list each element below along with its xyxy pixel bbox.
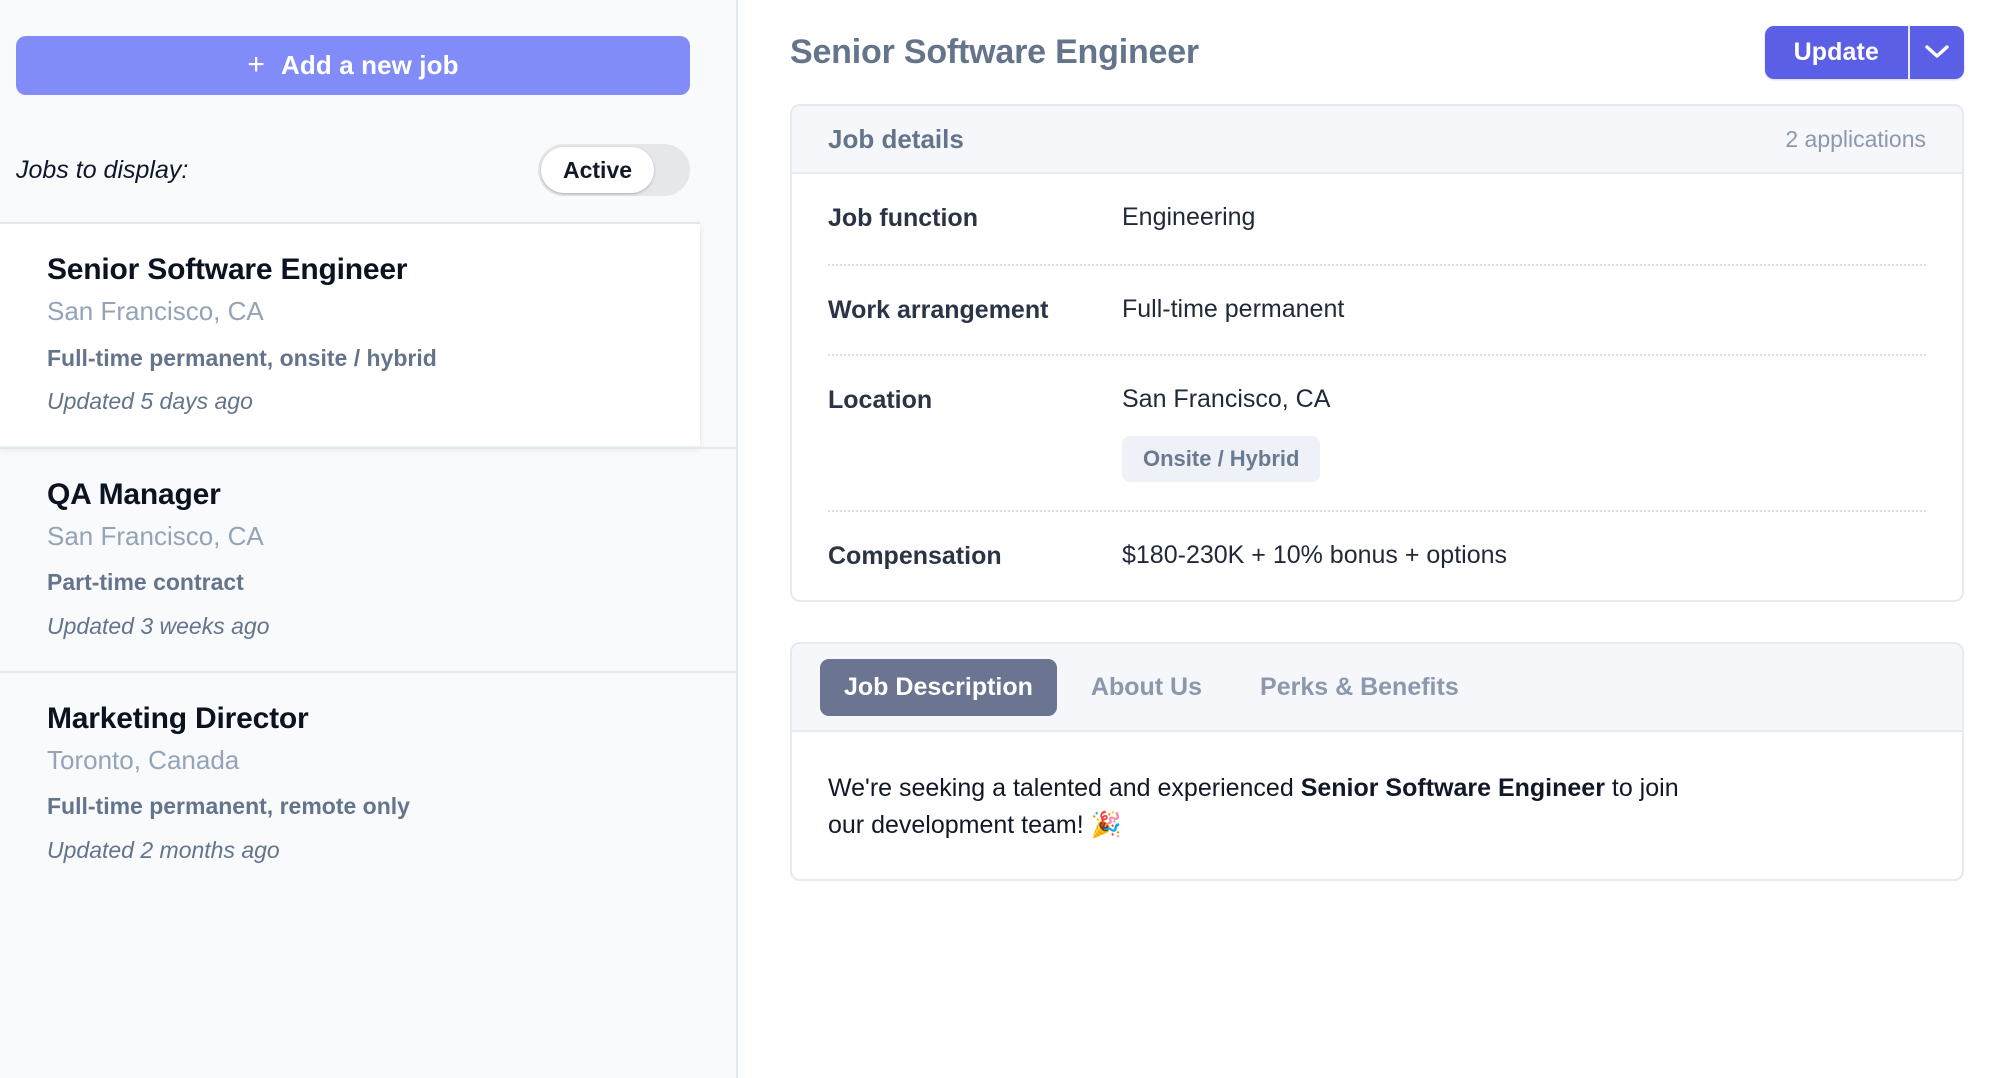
job-detail-value-wrap: San Francisco, CA Onsite / Hybrid	[1122, 384, 1331, 483]
add-new-job-label: Add a new job	[281, 50, 459, 80]
update-button[interactable]: Update	[1764, 25, 1908, 79]
jobs-to-display-label: Jobs to display:	[16, 155, 189, 184]
job-list-item-type: Full-time permanent, remote only	[47, 793, 410, 820]
main-header: Senior Software Engineer Update	[790, 0, 1964, 104]
job-list-item-title: QA Manager	[47, 477, 221, 511]
job-content-tabs: Job Description About Us Perks & Benefits	[792, 644, 1962, 733]
job-list-item-title: Senior Software Engineer	[47, 253, 408, 286]
update-dropdown-button[interactable]	[1908, 25, 1964, 79]
description-emphasis: Senior Software Engineer	[1300, 774, 1605, 803]
job-detail-panel: Senior Software Engineer Update Job deta…	[738, 0, 1998, 1078]
status-badge: Onsite / Hybrid	[1122, 436, 1321, 483]
jobs-to-display-row: Jobs to display: Active	[16, 144, 690, 196]
chevron-down-icon	[1925, 45, 1949, 58]
job-list-item-title: Marketing Director	[47, 701, 309, 735]
job-list-item-type: Full-time permanent, onsite / hybrid	[47, 344, 437, 371]
job-detail-row: Location San Francisco, CA Onsite / Hybrid	[828, 354, 1926, 510]
applications-count[interactable]: 2 applications	[1785, 126, 1926, 153]
job-list-item-location: San Francisco, CA	[47, 521, 264, 552]
job-details-title: Job details	[828, 123, 964, 154]
page-title: Senior Software Engineer	[790, 32, 1199, 71]
job-list-item-location: San Francisco, CA	[47, 296, 264, 327]
job-list-item[interactable]: Marketing Director Toronto, Canada Full-ti…	[0, 670, 736, 895]
job-detail-value: Full-time permanent	[1122, 295, 1345, 323]
job-detail-value: San Francisco, CA	[1122, 385, 1331, 413]
tab-perks-benefits[interactable]: Perks & Benefits	[1236, 659, 1483, 716]
job-list-item-location: Toronto, Canada	[47, 744, 240, 775]
job-list-item-updated: Updated 2 months ago	[47, 836, 280, 863]
job-list: Senior Software Engineer San Francisco, C…	[0, 222, 736, 895]
job-details-card: Job details 2 applications Job function E…	[790, 104, 1964, 603]
jobs-sidebar: + Add a new job Jobs to display: Active …	[0, 0, 738, 1078]
job-description-text: We're seeking a talented and experienced…	[828, 770, 1708, 843]
tab-about-us[interactable]: About Us	[1067, 659, 1226, 716]
job-details-card-header: Job details 2 applications	[792, 106, 1962, 174]
app-root: + Add a new job Jobs to display: Active …	[0, 0, 1998, 1078]
job-detail-label: Work arrangement	[828, 296, 1049, 324]
update-split-button: Update	[1764, 25, 1964, 79]
job-details-rows: Job function Engineering Work arrangement F…	[792, 174, 1962, 600]
add-new-job-button[interactable]: + Add a new job	[16, 36, 690, 95]
job-detail-value: Engineering	[1122, 203, 1256, 231]
job-detail-row: Work arrangement Full-time permanent	[828, 264, 1926, 354]
job-list-item-type: Part-time contract	[47, 569, 244, 596]
job-detail-row: Compensation $180-230K + 10% bonus + opti…	[828, 510, 1926, 600]
job-content-card: Job Description About Us Perks & Benefits …	[790, 642, 1964, 881]
job-list-item-updated: Updated 5 days ago	[47, 388, 253, 415]
job-detail-row: Job function Engineering	[828, 174, 1926, 264]
job-detail-label: Location	[828, 386, 933, 414]
job-detail-label: Job function	[828, 204, 978, 232]
job-detail-value-wrap: Engineering	[1122, 202, 1255, 233]
job-detail-value-wrap: $180-230K + 10% bonus + options	[1122, 540, 1507, 571]
job-detail-label: Compensation	[828, 542, 1002, 571]
job-list-item[interactable]: Senior Software Engineer San Francisco, C…	[0, 222, 700, 447]
job-detail-value-wrap: Full-time permanent	[1122, 294, 1344, 325]
toggle-state-label: Active	[541, 147, 655, 193]
job-description-body: We're seeking a talented and experienced…	[792, 732, 1962, 879]
job-list-item[interactable]: QA Manager San Francisco, CA Part-time con…	[0, 446, 736, 671]
job-detail-value: $180-230K + 10% bonus + options	[1122, 541, 1508, 570]
description-lead: We're seeking a talented and experienced	[828, 774, 1301, 803]
plus-icon: +	[247, 47, 266, 81]
tab-job-description[interactable]: Job Description	[820, 658, 1057, 716]
job-list-item-updated: Updated 3 weeks ago	[47, 612, 270, 639]
jobs-active-toggle[interactable]: Active	[538, 144, 690, 196]
